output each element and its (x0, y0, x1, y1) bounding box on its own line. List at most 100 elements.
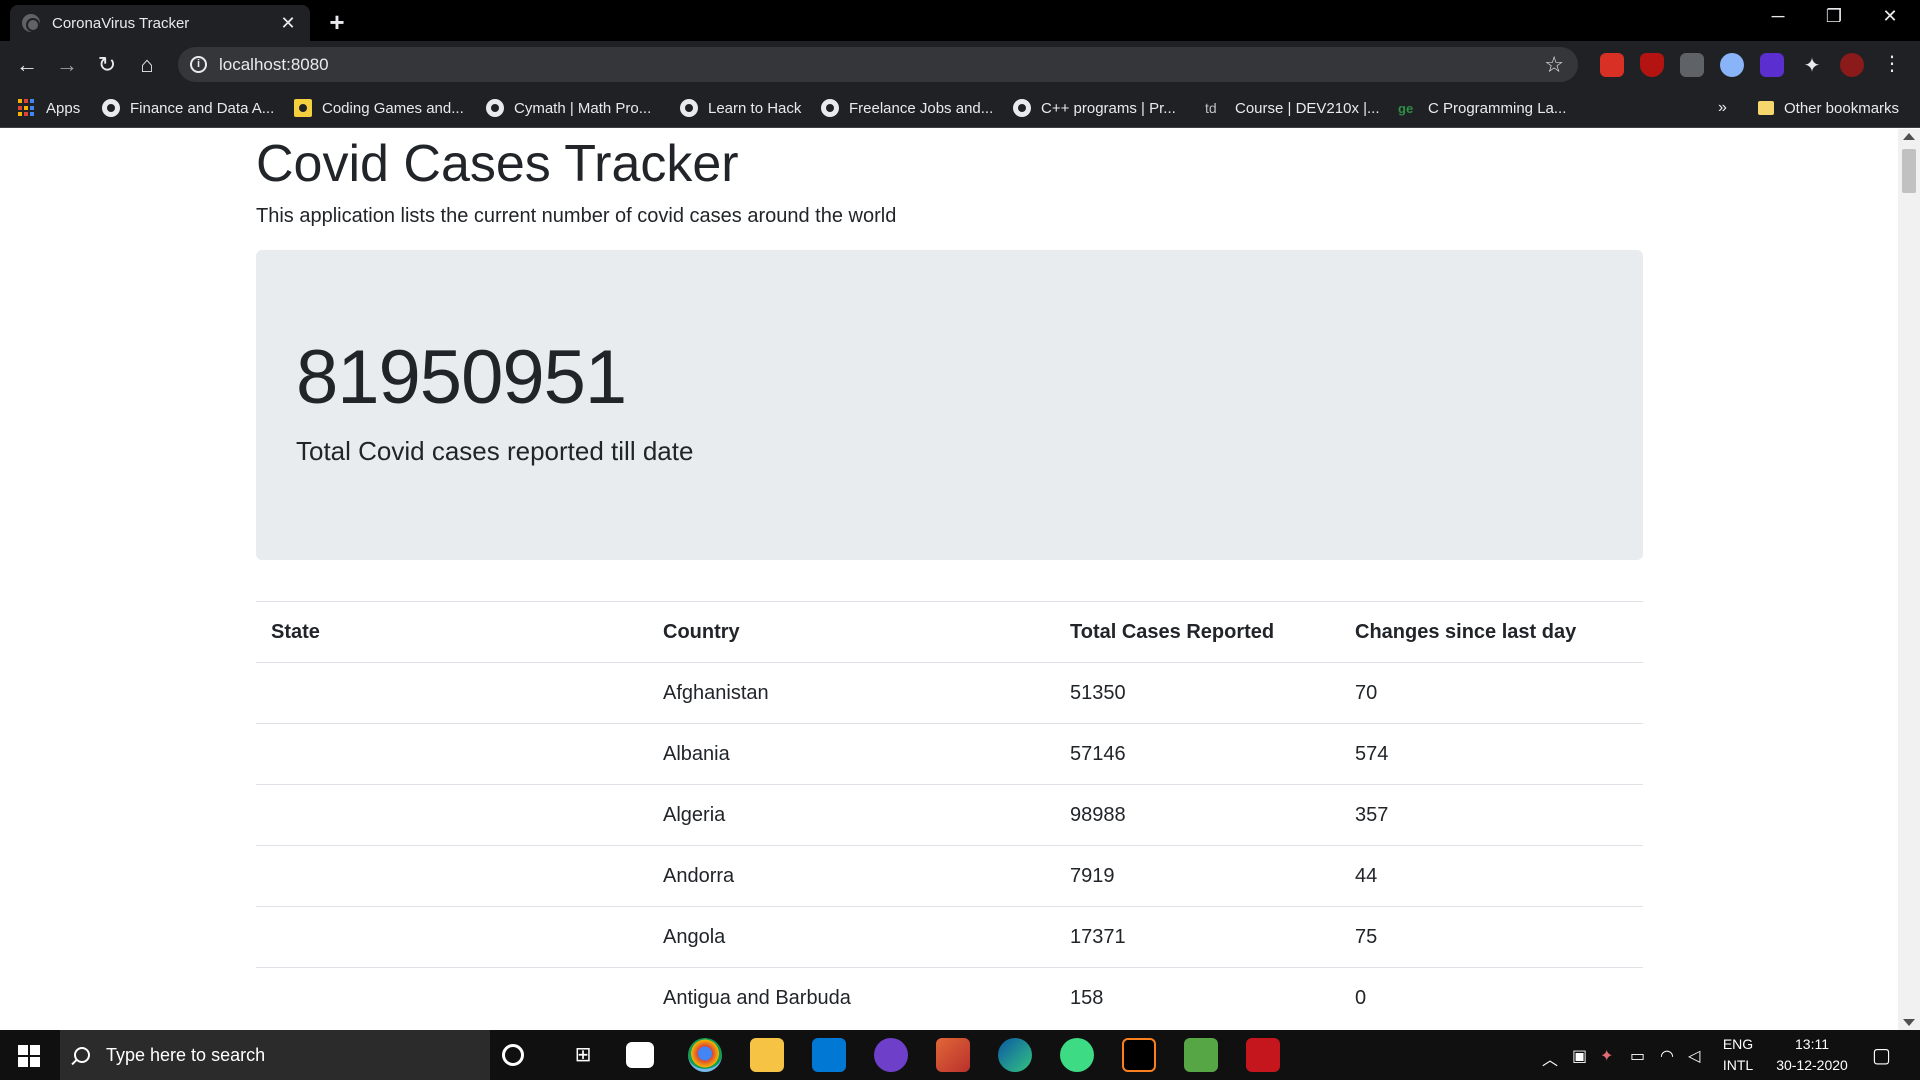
cell-total-cases: 17371 (1055, 906, 1340, 968)
clock-date: 30-12-2020 (1776, 1057, 1848, 1073)
home-icon[interactable]: ⌂ (132, 50, 162, 80)
bookmark-apps[interactable]: Apps (18, 88, 80, 128)
cases-table: State Country Total Cases Reported Chang… (256, 601, 1643, 1029)
lang-bottom: INTL (1722, 1057, 1754, 1073)
globe-icon (102, 99, 120, 117)
globe-icon (680, 99, 698, 117)
folder-icon (1758, 101, 1774, 115)
total-cases-caption: Total Covid cases reported till date (296, 436, 694, 467)
bookmark-cymath[interactable]: Cymath | Math Pro... (486, 88, 651, 128)
bookmarks-overflow-button[interactable]: » (1718, 88, 1727, 128)
language-indicator[interactable]: ENG INTL (1718, 1030, 1758, 1080)
battery-icon[interactable]: ▭ (1630, 1046, 1645, 1066)
td-icon: td (1205, 100, 1217, 116)
notification-icon[interactable]: ▢ (1872, 1043, 1891, 1068)
cell-changes: 357 (1340, 784, 1643, 846)
cell-total-cases: 7919 (1055, 845, 1340, 907)
table-row: Andorra 7919 44 (256, 845, 1643, 907)
tray-dropbox-icon[interactable]: ✦ (1600, 1046, 1613, 1066)
close-tab-icon[interactable]: ✕ (278, 13, 298, 34)
cell-total-cases: 158 (1055, 967, 1340, 1029)
bookmark-freelance[interactable]: Freelance Jobs and... (821, 88, 993, 128)
page-viewport: Covid Cases Tracker This application lis… (0, 129, 1920, 1030)
avatar[interactable] (1840, 53, 1864, 77)
cell-country: Andorra (648, 845, 1055, 907)
other-bookmarks[interactable]: Other bookmarks (1758, 88, 1899, 128)
minimize-icon[interactable]: ─ (1758, 6, 1798, 27)
forward-icon[interactable]: → (52, 50, 82, 80)
close-window-icon[interactable]: ✕ (1870, 6, 1910, 27)
android-studio-icon[interactable] (1060, 1038, 1094, 1072)
cell-changes: 70 (1340, 662, 1643, 724)
bookmark-label: Apps (46, 99, 81, 117)
bookmark-star-icon[interactable]: ☆ (1544, 52, 1564, 78)
back-icon[interactable]: ← (12, 50, 42, 80)
cell-changes: 574 (1340, 723, 1643, 785)
wifi-icon[interactable]: ◠ (1660, 1046, 1674, 1066)
url-text: localhost:8080 (219, 54, 329, 74)
bookmark-c-programming[interactable]: ge C Programming La... (1398, 88, 1566, 128)
cell-state (256, 662, 648, 724)
page-title: Covid Cases Tracker (256, 135, 739, 193)
acrobat-icon[interactable] (1246, 1038, 1280, 1072)
edge-icon[interactable] (998, 1038, 1032, 1072)
intellij-icon[interactable] (1122, 1038, 1156, 1072)
tab-coronavirus-tracker[interactable]: CoronaVirus Tracker ✕ (10, 5, 310, 41)
extension-yab-icon[interactable] (1600, 53, 1624, 77)
table-row: Angola 17371 75 (256, 906, 1643, 968)
file-explorer-icon[interactable] (750, 1038, 784, 1072)
table-row: Albania 57146 574 (256, 723, 1643, 785)
vscode-icon[interactable] (812, 1038, 846, 1072)
windows-taskbar: Type here to search ⊞ ︿ ▣ ✦ ▭ ◠ ◁ ENG IN… (0, 1030, 1920, 1080)
lang-top: ENG (1722, 1036, 1754, 1052)
bookmark-label: C++ programs | Pr... (1041, 99, 1176, 117)
extension-grey-icon[interactable] (1680, 53, 1704, 77)
globe-icon (22, 14, 40, 32)
site-info-icon[interactable]: i (190, 56, 207, 73)
bookmark-learn-to-hack[interactable]: Learn to Hack (680, 88, 801, 128)
menu-kebab-icon[interactable]: ⋮ (1880, 53, 1904, 77)
cell-total-cases: 57146 (1055, 723, 1340, 785)
cortana-icon[interactable] (502, 1044, 524, 1066)
restore-icon[interactable]: ❐ (1814, 6, 1854, 27)
cell-state (256, 723, 648, 785)
store-icon[interactable] (626, 1042, 654, 1068)
github-desktop-icon[interactable] (874, 1038, 908, 1072)
reload-icon[interactable]: ↻ (92, 50, 122, 80)
volume-icon[interactable]: ◁ (1688, 1046, 1700, 1066)
task-view-icon[interactable]: ⊞ (566, 1038, 600, 1072)
bookmark-coding-games[interactable]: Coding Games and... (294, 88, 464, 128)
node-icon[interactable] (1184, 1038, 1218, 1072)
puzzle-extensions-icon[interactable]: ✦ (1800, 53, 1824, 77)
bookmark-finance[interactable]: Finance and Data A... (102, 88, 274, 128)
content-container: Covid Cases Tracker This application lis… (256, 129, 1643, 1029)
table-row: Antigua and Barbuda 158 0 (256, 967, 1643, 1029)
cell-changes: 44 (1340, 845, 1643, 907)
new-tab-button[interactable]: + (322, 7, 352, 38)
tray-device-icon[interactable]: ▣ (1572, 1046, 1587, 1066)
chrome-icon[interactable] (688, 1038, 722, 1072)
browser-toolbar: ← → ↻ ⌂ i localhost:8080 ☆ ✦ ⋮ (0, 41, 1920, 88)
windows-start-icon[interactable] (18, 1045, 40, 1067)
extension-badge-icon[interactable] (1760, 53, 1784, 77)
scroll-up-icon[interactable] (1903, 133, 1915, 140)
bookmark-cpp-programs[interactable]: C++ programs | Pr... (1013, 88, 1176, 128)
extension-shield-icon[interactable] (1640, 53, 1664, 77)
page-scrollbar[interactable] (1898, 129, 1920, 1030)
gfg-icon: ge (1398, 100, 1414, 116)
bookmark-label: Course | DEV210x |... (1235, 99, 1380, 117)
scroll-down-icon[interactable] (1903, 1019, 1915, 1026)
scrollbar-thumb[interactable] (1902, 149, 1916, 193)
show-hidden-icons[interactable]: ︿ (1542, 1046, 1558, 1070)
header-changes: Changes since last day (1340, 601, 1643, 664)
clock[interactable]: 13:11 30-12-2020 (1764, 1030, 1860, 1080)
extension-circle-icon[interactable] (1720, 53, 1744, 77)
address-bar[interactable]: i localhost:8080 ☆ (178, 47, 1578, 82)
matlab-icon[interactable] (936, 1038, 970, 1072)
taskbar-search[interactable]: Type here to search (60, 1030, 490, 1080)
total-cases-number: 81950951 (296, 335, 627, 421)
bookmark-label: C Programming La... (1428, 99, 1567, 117)
cell-state (256, 967, 648, 1029)
bookmark-label: Learn to Hack (708, 99, 802, 117)
bookmark-course[interactable]: td Course | DEV210x |... (1205, 88, 1380, 128)
